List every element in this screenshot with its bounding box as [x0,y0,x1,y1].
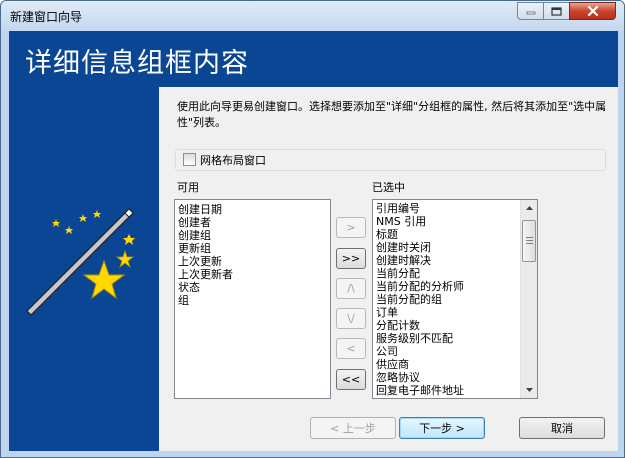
move-down-button[interactable]: \/ [336,308,366,329]
list-item[interactable]: 服务级别不匹配 [373,332,519,345]
list-item[interactable]: 上次更新 [175,255,233,268]
list-item[interactable]: 创建者 [175,216,233,229]
list-item[interactable]: 公司 [373,345,519,358]
scroll-grip [526,243,533,244]
minimize-button[interactable] [517,2,544,20]
list-item[interactable]: 当前分配 [373,267,519,280]
scroll-grip [526,237,533,238]
list-item[interactable]: 忽略协议 [373,371,519,384]
available-label: 可用 [177,181,199,194]
grid-layout-label[interactable]: 网格布局窗口 [200,152,266,168]
list-item[interactable]: 回复电子邮件地址 [373,384,519,397]
list-item[interactable]: 更新组 [175,242,233,255]
selected-list-scrollbar[interactable] [520,200,537,398]
scroll-down-icon [525,388,533,392]
scroll-up-icon [525,206,533,210]
list-item[interactable]: 组 [175,294,233,307]
scroll-grip [526,240,533,241]
remove-all-button[interactable]: << [336,369,366,390]
remove-one-button[interactable]: < [336,338,366,359]
cancel-button[interactable]: 取消 [519,417,605,439]
list-item[interactable]: 创建时解决 [373,254,519,267]
available-list[interactable]: 创建日期 创建者 创建组 更新组 上次更新 上次更新者 状态 组 [174,199,331,399]
list-item[interactable]: 分配计数 [373,319,519,332]
maximize-icon [551,6,562,16]
list-item[interactable]: NMS 引用 [373,215,519,228]
minimize-icon [526,11,535,15]
add-all-button[interactable]: >> [336,248,366,269]
list-item[interactable]: 标题 [373,228,519,241]
wizard-window: 新建窗口向导 详细信息组框内容 使用此向导更易创建窗口。选择想要添加至"详细"分… [0,0,625,458]
add-one-button[interactable]: > [336,217,366,238]
close-button[interactable] [569,2,616,20]
maximize-button[interactable] [543,2,570,20]
scroll-down-button[interactable] [521,382,537,398]
list-item[interactable]: 上次更新者 [175,268,233,281]
next-button[interactable]: 下一步 > [399,417,485,439]
window-title: 新建窗口向导 [10,10,83,24]
list-item[interactable]: 供应商 [373,358,519,371]
magic-wand-stars-icon [26,208,135,316]
list-item[interactable]: 当前分配的组 [373,293,519,306]
list-item[interactable]: 当前分配的分析师 [373,280,519,293]
page-title: 详细信息组框内容 [25,48,249,79]
list-item[interactable]: 创建组 [175,229,233,242]
list-item[interactable]: 订单 [373,306,519,319]
list-item[interactable]: 创建时关闭 [373,241,519,254]
selected-label: 已选中 [372,181,405,194]
selected-list[interactable]: 引用编号 NMS 引用 标题 创建时关闭 创建时解决 当前分配 当前分配的分析师… [372,199,538,399]
back-button[interactable]: < 上一步 [310,417,396,439]
list-item[interactable]: 创建日期 [175,203,233,216]
list-item[interactable]: 引用编号 [373,202,519,215]
description-text: 使用此向导更易创建窗口。选择想要添加至"详细"分组框的属性, 然后将其添加至"选… [177,100,607,129]
grid-layout-checkbox[interactable] [183,153,196,166]
scroll-up-button[interactable] [521,200,537,216]
close-icon [587,6,598,16]
list-item[interactable]: 状态 [175,281,233,294]
move-up-button[interactable]: /\ [336,278,366,299]
title-bar: 新建窗口向导 [1,1,624,31]
scroll-thumb[interactable] [522,220,536,262]
